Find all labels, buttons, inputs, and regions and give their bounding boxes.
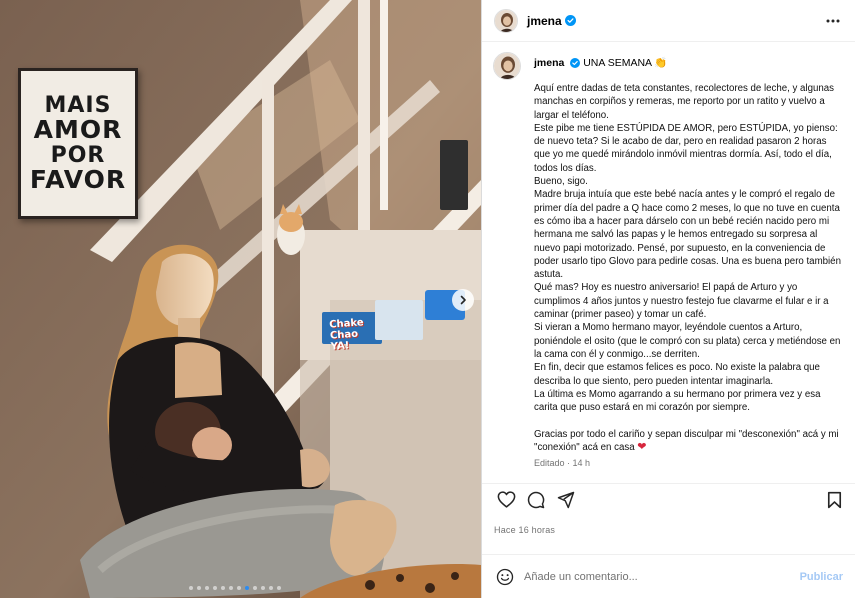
share-icon [557,491,575,508]
caption-paragraph: En fin, decir que estamos felices es poc… [534,362,820,387]
caption-text: Aquí entre dadas de teta constantes, rec… [534,82,841,454]
caption-content: jmena UNA SEMANA 👏 Aquí entre dadas de t… [534,52,841,468]
poster-line: AMOR [33,115,123,145]
carousel-dot [229,586,233,590]
carousel-next-icon [460,295,466,305]
comment-input[interactable] [524,570,800,583]
more-options-button[interactable] [823,11,843,31]
caption: jmena UNA SEMANA 👏 Aquí entre dadas de t… [493,52,843,468]
carousel-dot [213,586,217,590]
verified-icon [570,58,581,68]
instagram-post-modal: MAIS AMOR POR FAVOR Chake Chao YA! jmena… [0,0,855,598]
comment-icon [527,491,545,508]
emoji-picker-button[interactable] [494,566,516,588]
caption-paragraph: Qué mas? Hoy es nuestro aniversario! El … [534,282,829,321]
caption-closing-line: Gracias por todo el cariño y sepan discu… [534,428,841,455]
save-button[interactable] [823,489,845,511]
add-comment-bar: Publicar [482,554,855,598]
emoji-icon [496,568,514,585]
caption-paragraph: Este pibe me tiene ESTÚPIDA DE AMOR, per… [534,122,838,174]
action-bar [482,483,855,515]
caption-paragraph: Aquí entre dadas de teta constantes, rec… [534,83,834,121]
caption-paragraph: Bueno, sigo. [534,176,588,188]
wall-poster: MAIS AMOR POR FAVOR [18,68,138,219]
caption-username[interactable]: jmena [534,57,564,69]
share-button[interactable] [555,489,577,511]
poster-line: MAIS [44,93,112,119]
carousel-dot [269,586,273,590]
carousel-dot [253,586,257,590]
cereal-box-label: Chake Chao YA! [328,317,364,353]
caption-paragraph: Si vieran a Momo hermano mayor, leyéndol… [534,322,841,360]
post-header: jmena [482,0,855,42]
carousel-dots [189,586,281,590]
caption-paragraph: La última es Momo agarrando a su hermano… [534,388,821,414]
comment-button[interactable] [525,489,547,511]
publish-comment-button[interactable]: Publicar [800,571,843,583]
verified-icon [564,15,576,26]
edited-label: Editado · 14 h [534,458,591,469]
avatar-image [494,53,520,79]
post-photo[interactable]: MAIS AMOR POR FAVOR Chake Chao YA! [0,0,481,598]
bookmark-icon [827,491,841,508]
heart-icon [497,491,515,508]
red-heart-emoji: ❤ [637,441,647,454]
caption-avatar[interactable] [493,52,521,80]
caption-title: UNA SEMANA [583,57,652,69]
header-username[interactable]: jmena [527,14,562,28]
carousel-dot [245,586,249,590]
carousel-dot [261,586,265,590]
carousel-dot [205,586,209,590]
caption-paragraph: Madre bruja intuía que este bebé nacía a… [534,189,841,281]
carousel-dot [189,586,193,590]
poster-line: POR [50,142,106,168]
carousel-dot [237,586,241,590]
avatar-image [495,9,517,32]
carousel-dot [221,586,225,590]
caption-header: jmena UNA SEMANA 👏 [534,56,841,70]
comments-section[interactable]: jmena UNA SEMANA 👏 Aquí entre dadas de t… [482,42,855,483]
more-icon [826,19,840,22]
carousel-next-button[interactable] [452,289,474,311]
post-side-panel: jmena jmena UNA SEMANA 👏 Aquí entre dada… [481,0,855,598]
carousel-dot [277,586,281,590]
carousel-dot [197,586,201,590]
post-timestamp[interactable]: Hace 16 horas [482,515,855,553]
poster-line: FAVOR [29,164,127,194]
like-button[interactable] [495,489,517,511]
avatar[interactable] [494,8,518,33]
clapping-emoji: 👏 [654,57,668,69]
caption-closing: Gracias por todo el cariño y sepan discu… [534,428,839,454]
